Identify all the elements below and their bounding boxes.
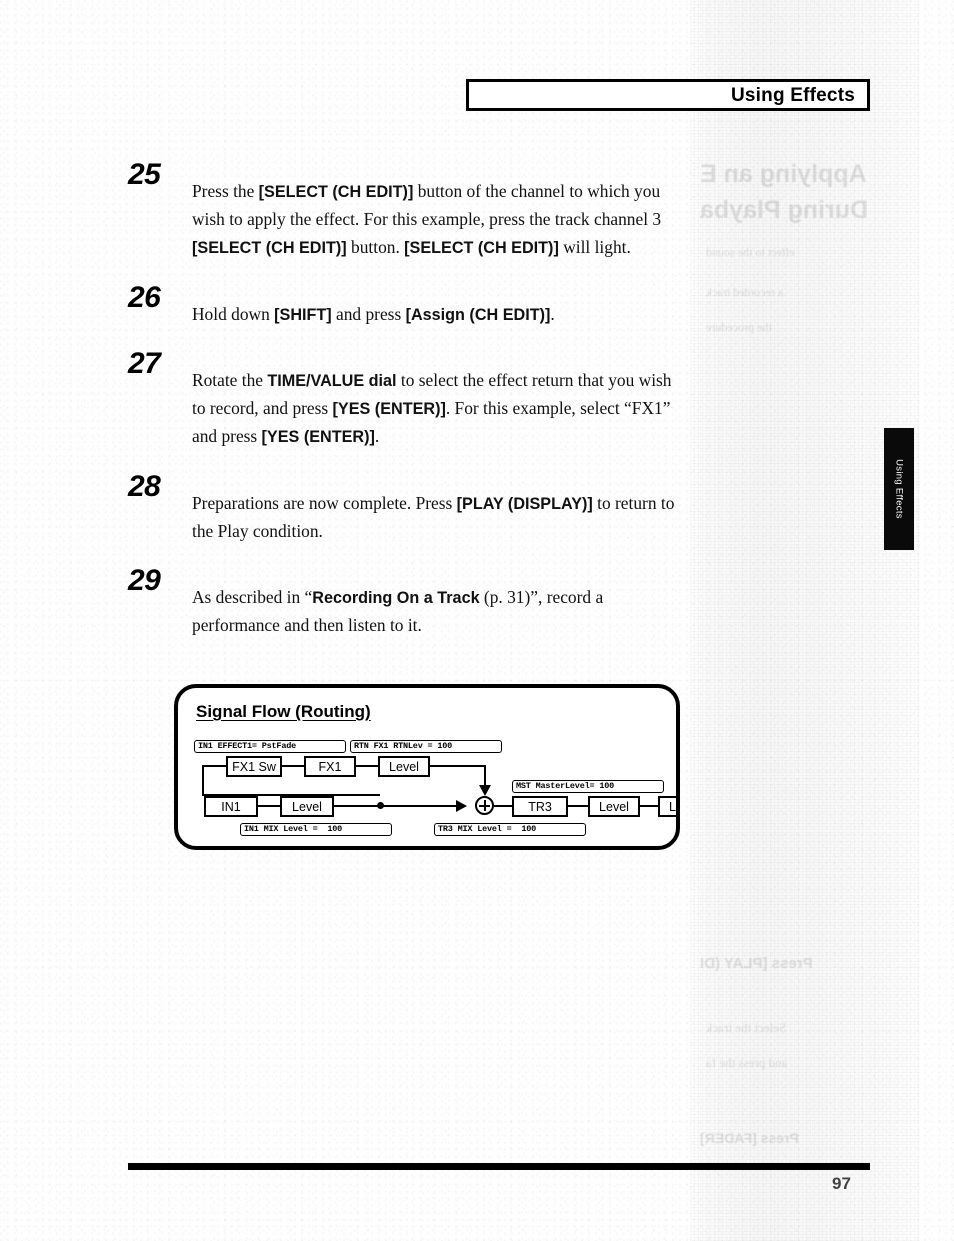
wire-in1-to-level — [258, 805, 280, 807]
page-title: Using Effects — [730, 85, 855, 106]
scan-speckle — [690, 0, 920, 1241]
lcd-readout-rtn-fx1: RTN FX1 RTNLev = 100 — [350, 740, 502, 753]
page-edge-shadow — [690, 0, 920, 1241]
block-fx-return-level: Level — [378, 756, 430, 777]
step-text: Rotate the TIME/VALUE dial to select the… — [192, 369, 672, 447]
wire-send-riser — [202, 766, 204, 796]
step-item: 29 As described in “Recording On a Track… — [128, 566, 688, 639]
wire-send-to-fx1sw — [202, 765, 228, 767]
bleedthrough-ghost-line-2: a recorded track — [706, 285, 784, 299]
wire-dry-to-sum — [334, 805, 464, 807]
bleedthrough-ghost-step-4: Press [FADER] — [700, 1130, 799, 1146]
block-master-level: Level — [658, 796, 676, 817]
wire-level-to-master — [640, 805, 658, 807]
step-text: Hold down [SHIFT] and press [Assign (CH … — [192, 303, 555, 324]
block-fx1: FX1 — [304, 756, 356, 777]
wire-sum-to-tr3 — [494, 805, 512, 807]
lcd-readout-mst-masterlevel: MST MasterLevel= 100 — [512, 780, 664, 793]
chapter-side-tab: Using Effects — [884, 428, 914, 550]
step-number: 26 — [128, 280, 161, 314]
page-header-bar: Using Effects — [466, 79, 870, 111]
chapter-side-tab-label: Using Effects — [893, 459, 905, 519]
wire-return-right — [430, 765, 486, 767]
step-item: 25 Press the [SELECT (CH EDIT)] button o… — [128, 160, 688, 262]
wire-fx1sw-to-fx1 — [282, 765, 304, 767]
bleedthrough-ghost-line: effect to the sound — [706, 245, 795, 259]
bleedthrough-ghost-step-2: Select the track — [706, 1020, 787, 1035]
block-tr3: TR3 — [512, 796, 568, 817]
block-in1-level: Level — [280, 796, 334, 817]
bleedthrough-ghost-step: Press [PLAY (DI — [700, 955, 813, 972]
instruction-step-list: 25 Press the [SELECT (CH EDIT)] button o… — [128, 160, 688, 660]
step-number: 29 — [128, 564, 161, 598]
step-text: Press the [SELECT (CH EDIT)] button of t… — [192, 181, 662, 258]
scanned-page: Applying an E During Playba effect to th… — [0, 0, 954, 1241]
lcd-readout-tr3-mix: TR3 MIX Level = 100 — [434, 823, 586, 836]
block-in1: IN1 — [204, 796, 258, 817]
step-item: 27 Rotate the TIME/VALUE dial to select … — [128, 346, 688, 451]
arrow-return-into-sum — [478, 785, 491, 796]
wire-return-down — [484, 765, 486, 787]
lcd-readout-in1-effect1: IN1 EFFECT1= PstFade — [194, 740, 346, 753]
footer-rule — [128, 1163, 870, 1170]
step-number: 28 — [128, 469, 161, 503]
wire-tr3-to-level — [568, 805, 588, 807]
page-number: 97 — [832, 1174, 851, 1193]
bleedthrough-ghost-step-3: and press the fa — [706, 1055, 788, 1070]
step-text: As described in “Recording On a Track (p… — [192, 587, 604, 636]
wire-fx1-to-level — [356, 765, 378, 767]
step-number: 27 — [128, 346, 161, 380]
signal-flow-panel: Signal Flow (Routing) IN1 EFFECT1= PstFa… — [174, 684, 680, 850]
block-fx1-sw: FX1 Sw — [226, 756, 282, 777]
block-tr3-level: Level — [588, 796, 640, 817]
bleedthrough-ghost-line-3: the procedure — [706, 320, 772, 334]
summing-node — [475, 796, 494, 815]
step-item: 26 Hold down [SHIFT] and press [Assign (… — [128, 280, 688, 328]
step-text: Preparations are now complete. Press [PL… — [192, 492, 675, 541]
bleedthrough-ghost-heading-2: During Playba — [700, 196, 869, 224]
lcd-readout-in1-mix: IN1 MIX Level = 100 — [240, 823, 392, 836]
step-number: 25 — [128, 158, 161, 191]
arrow-dry-into-sum — [456, 799, 467, 812]
junction-dot-send-tap — [377, 802, 384, 809]
signal-flow-diagram: IN1 EFFECT1= PstFade RTN FX1 RTNLev = 10… — [178, 688, 676, 846]
step-item: 28 Preparations are now complete. Press … — [128, 469, 688, 545]
bleedthrough-ghost-heading: Applying an E — [700, 160, 867, 188]
